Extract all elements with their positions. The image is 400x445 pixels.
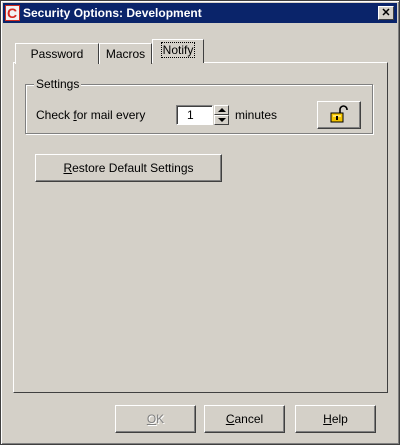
- restore-defaults-button[interactable]: Restore Default Settings: [35, 154, 222, 182]
- tab-password-label: Password: [30, 47, 84, 61]
- app-logo-letter: C: [7, 5, 18, 21]
- tab-password[interactable]: Password: [15, 43, 99, 64]
- arrow-up-icon: [218, 108, 226, 112]
- tab-macros-label: Macros: [105, 47, 146, 61]
- check-mail-prefix: Check: [36, 108, 74, 122]
- tab-macros[interactable]: Macros: [99, 43, 152, 64]
- title-bar[interactable]: C Security Options: Development ✕: [3, 3, 397, 23]
- help-label-rest: elp: [331, 412, 348, 426]
- mail-interval-input[interactable]: 1: [176, 105, 213, 125]
- help-mnemonic: H: [323, 412, 332, 426]
- restore-mnemonic: R: [63, 161, 73, 175]
- minutes-label: minutes: [235, 108, 278, 122]
- restore-label-rest: estore Default Settings: [72, 161, 194, 175]
- check-mail-suffix: or mail every: [76, 108, 146, 122]
- close-icon: ✕: [381, 7, 391, 19]
- ok-button[interactable]: OK: [115, 405, 196, 433]
- spin-up-button[interactable]: [214, 105, 229, 115]
- spin-down-button[interactable]: [214, 115, 229, 125]
- ok-label-rest: K: [156, 412, 165, 426]
- settings-group-label: Settings: [34, 77, 82, 91]
- close-button[interactable]: ✕: [378, 6, 394, 20]
- help-button[interactable]: Help: [295, 405, 376, 433]
- check-mail-label: Check for mail every: [36, 108, 145, 122]
- app-logo-icon[interactable]: C: [5, 5, 20, 21]
- mail-interval-spinner[interactable]: [214, 105, 229, 125]
- tab-notify-label: Notify: [160, 42, 196, 58]
- cancel-button[interactable]: Cancel: [204, 405, 285, 433]
- ok-mnemonic: O: [146, 412, 157, 426]
- unlocked-padlock-icon: [330, 105, 348, 123]
- tab-notify[interactable]: Notify: [152, 39, 204, 63]
- window-title: Security Options: Development: [23, 6, 202, 20]
- cancel-label-rest: ancel: [234, 412, 264, 426]
- lock-button[interactable]: [317, 101, 361, 129]
- dialog-window: C Security Options: Development ✕ Passwo…: [0, 0, 400, 445]
- arrow-down-icon: [218, 118, 226, 122]
